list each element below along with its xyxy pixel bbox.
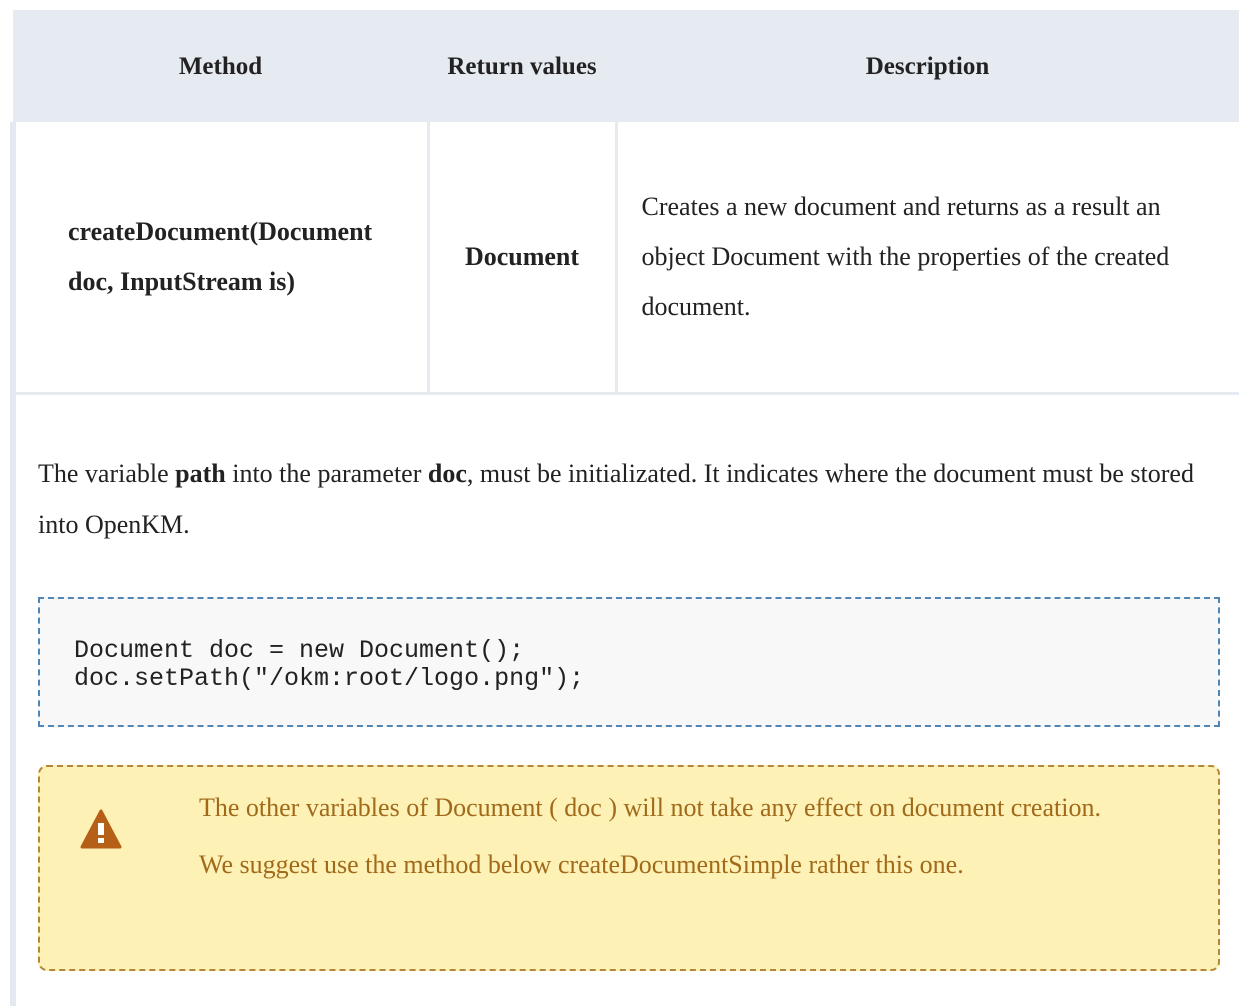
warning-text-line-2: We suggest use the method below createDo… <box>199 850 964 879</box>
header-description: Description <box>616 10 1239 122</box>
method-signature: createDocument(Document doc, InputStream… <box>10 122 430 395</box>
warning-text-line-1: The other variables of Document ( doc ) … <box>199 793 1101 822</box>
header-return-values: Return values <box>428 10 616 122</box>
return-value: Document <box>428 122 618 395</box>
table-row: createDocument(Document doc, InputStream… <box>10 122 1239 395</box>
warning-callout: The other variables of Document ( doc ) … <box>38 765 1220 971</box>
note-text-1: The variable <box>38 459 176 488</box>
code-block: Document doc = new Document(); doc.setPa… <box>38 597 1220 727</box>
method-description: Creates a new document and returns as a … <box>616 122 1239 395</box>
warning-text: The other variables of Document ( doc ) … <box>199 789 1189 903</box>
header-method: Method <box>13 10 428 122</box>
note-term-doc: doc <box>427 459 467 488</box>
path-note-paragraph: The variable path into the parameter doc… <box>38 448 1228 550</box>
table-header-row: Method Return values Description <box>13 10 1239 122</box>
code-line-2: doc.setPath("/okm:root/logo.png"); <box>74 664 585 693</box>
note-term-path: path <box>175 459 226 488</box>
warning-icon <box>80 809 122 849</box>
left-border-rule <box>10 395 16 1006</box>
note-text-2: into the parameter <box>225 459 428 488</box>
code-line-1: Document doc = new Document(); <box>74 636 525 665</box>
api-methods-table: Method Return values Description createD… <box>10 10 1239 395</box>
